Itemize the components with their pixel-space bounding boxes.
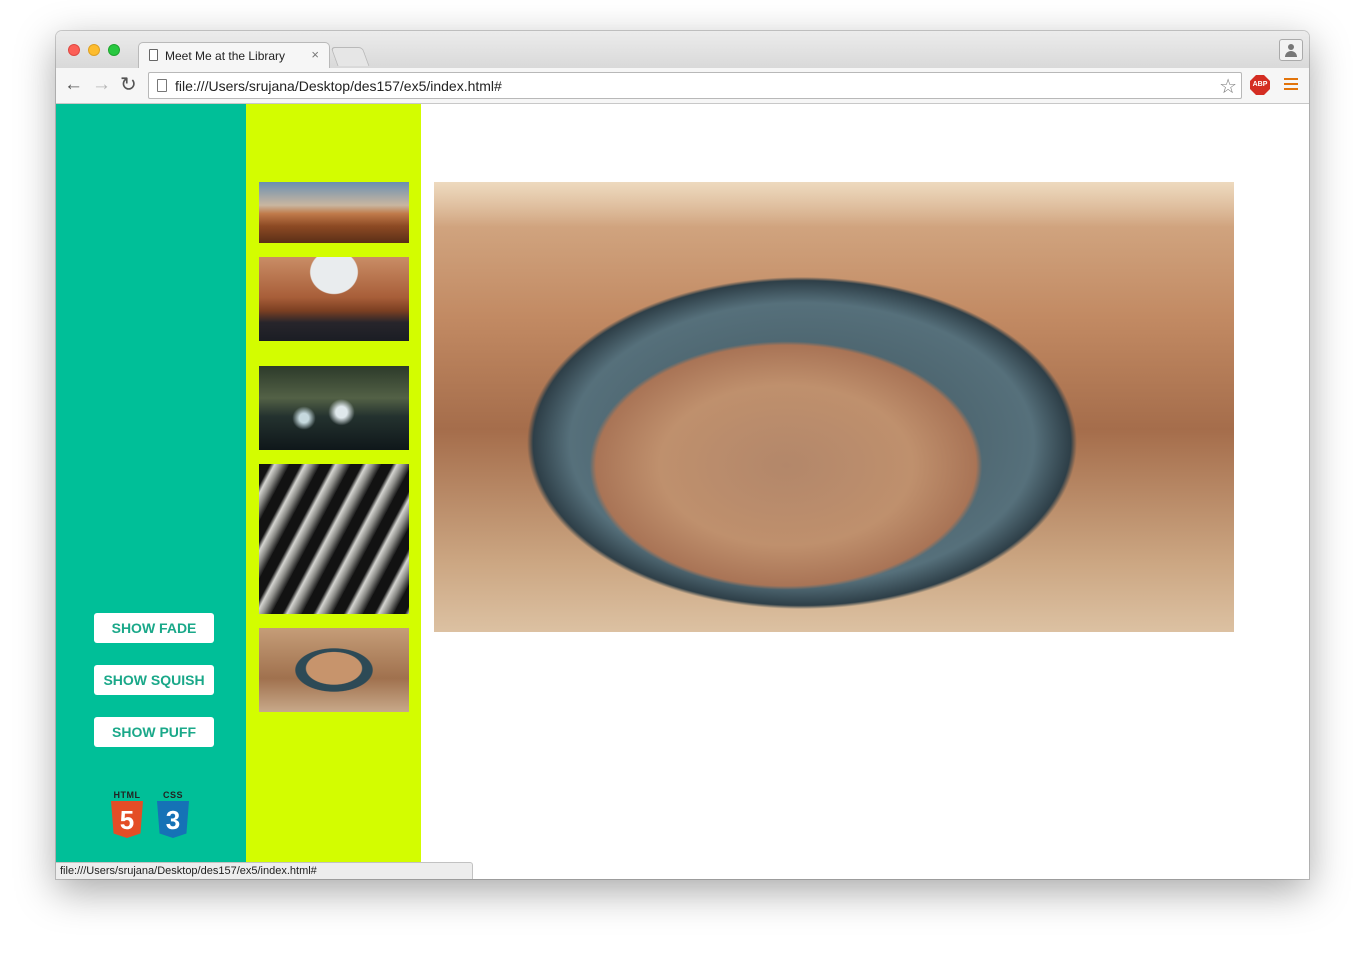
back-arrow-icon[interactable]: ← — [64, 74, 83, 96]
browser-tab[interactable]: Meet Me at the Library × — [138, 42, 330, 68]
main-photo-horseshoe-bend — [434, 182, 1234, 632]
thumbnail-desert-sunset[interactable] — [259, 182, 409, 243]
close-window-button[interactable] — [68, 44, 80, 56]
tab-close-icon[interactable]: × — [311, 47, 319, 62]
reload-icon[interactable]: ↻ — [120, 74, 137, 96]
profile-icon[interactable] — [1279, 39, 1303, 61]
html5-label: HTML — [113, 790, 141, 800]
thumbnail-slot-canyon[interactable] — [259, 464, 409, 614]
css3-label: CSS — [162, 790, 183, 800]
css3-logo: CSS 3 — [156, 790, 190, 840]
title-bar: Meet Me at the Library × — [56, 31, 1309, 68]
address-url[interactable]: file:///Users/srujana/Desktop/des157/ex5… — [175, 78, 502, 94]
css3-number: 3 — [165, 805, 181, 835]
adblock-icon[interactable]: ABP — [1250, 75, 1270, 95]
show-squish-button[interactable]: SHOW SQUISH — [94, 665, 214, 695]
bookmark-star-icon[interactable]: ☆ — [1219, 74, 1237, 99]
html5-number: 5 — [119, 805, 135, 835]
page-icon — [157, 79, 167, 92]
thumbnail-night-pool[interactable] — [259, 366, 409, 450]
minimize-window-button[interactable] — [88, 44, 100, 56]
tab-title: Meet Me at the Library — [165, 49, 286, 63]
thumbnail-horseshoe-bend[interactable] — [259, 628, 409, 712]
page-viewport: SHOW FADE SHOW SQUISH SHOW PUFF HTML 5 C… — [56, 104, 1309, 879]
html5-logo: HTML 5 — [110, 790, 144, 840]
thumbnail-strip — [246, 104, 421, 879]
forward-arrow-icon[interactable]: → — [92, 74, 111, 96]
show-puff-button[interactable]: SHOW PUFF — [94, 717, 214, 747]
browser-menu-icon[interactable] — [1284, 78, 1298, 93]
control-sidebar: SHOW FADE SHOW SQUISH SHOW PUFF HTML 5 C… — [56, 104, 246, 879]
browser-toolbar: ← → ↻ file:///Users/srujana/Desktop/des1… — [56, 68, 1309, 104]
address-bar[interactable]: file:///Users/srujana/Desktop/des157/ex5… — [148, 72, 1242, 99]
show-fade-button[interactable]: SHOW FADE — [94, 613, 214, 643]
browser-window: Meet Me at the Library × ← → ↻ file:///U… — [56, 31, 1309, 879]
status-bar-url: file:///Users/srujana/Desktop/des157/ex5… — [56, 862, 473, 879]
document-icon — [149, 49, 158, 61]
zoom-window-button[interactable] — [108, 44, 120, 56]
new-tab-button[interactable] — [330, 47, 370, 66]
thumbnail-canyon-lake[interactable] — [259, 257, 409, 341]
